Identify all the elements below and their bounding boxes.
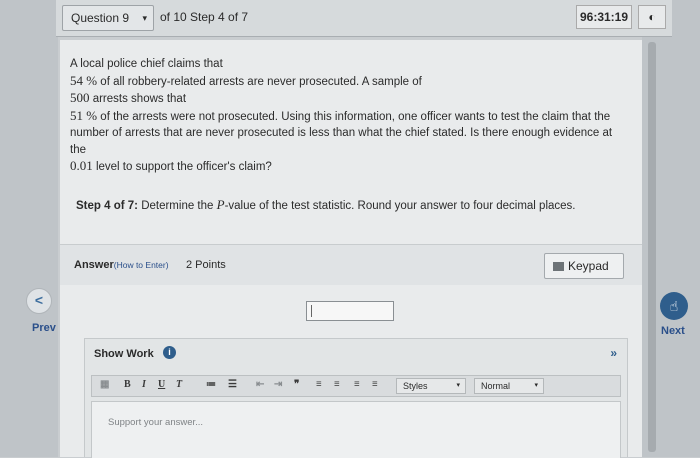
bold-icon[interactable]: B [124, 379, 131, 390]
align-left-icon[interactable]: ≡ [316, 379, 322, 390]
question-selector[interactable]: Question 9 ▾ [62, 5, 154, 31]
sample-size: 500 [70, 90, 90, 105]
chevron-down-icon: ▾ [456, 382, 460, 389]
editor-placeholder: Support your answer... [108, 417, 204, 428]
hand-pointer-icon[interactable]: ☝ [660, 292, 688, 320]
bulleted-list-icon[interactable]: ☰ [228, 379, 237, 390]
styles-select[interactable]: Styles ▾ [396, 378, 466, 394]
numbered-list-icon[interactable]: ≔ [206, 379, 216, 390]
chevron-down-icon: ▾ [142, 13, 147, 23]
question-line: A local police chief claims that [70, 58, 223, 70]
source-icon[interactable]: ▦ [100, 379, 109, 390]
blockquote-icon[interactable]: ❞ [294, 379, 299, 390]
chevron-left-icon[interactable]: < [26, 288, 52, 314]
show-work-panel: Show Work i » ▦ B I U T ≔ ☰ ⇤ ⇥ ❞ ≡ ≡ ≡ … [84, 338, 628, 458]
align-justify-icon[interactable]: ≡ [372, 379, 378, 390]
question-line: 0.01 level to support the officer's clai… [70, 158, 272, 173]
timer: 96:31:19 [576, 5, 632, 29]
keypad-icon [553, 262, 564, 271]
significance-level: 0.01 [70, 158, 93, 173]
format-select[interactable]: Normal ▾ [474, 378, 544, 394]
answer-label: Answer(How to Enter) [74, 259, 169, 271]
scrollbar[interactable] [648, 42, 656, 452]
answer-bar: Answer(How to Enter) 2 Points Keypad [60, 244, 642, 285]
indent-icon[interactable]: ⇥ [274, 379, 282, 390]
show-work-editor[interactable]: Support your answer... [91, 401, 621, 458]
show-work-title: Show Work [94, 348, 154, 360]
question-line: 500 arrests shows that [70, 90, 187, 105]
align-right-icon[interactable]: ≡ [354, 379, 360, 390]
underline-icon[interactable]: U [158, 379, 165, 390]
question-progress: of 10 Step 4 of 7 [160, 10, 249, 24]
question-line: 54 % of all robbery-related arrests are … [70, 72, 422, 88]
claim-percent: 54 % [70, 72, 98, 88]
answer-input[interactable] [306, 301, 394, 321]
left-margin [0, 0, 58, 457]
sample-percent: 51 % [70, 107, 98, 123]
question-text: A local police chief claims that 54 % of… [70, 56, 630, 176]
next-button[interactable]: Next [661, 325, 685, 337]
chevron-down-icon: ▾ [534, 382, 538, 389]
question-line: 51 % of the arrests were not prosecuted.… [70, 107, 613, 156]
editor-toolbar: ▦ B I U T ≔ ☰ ⇤ ⇥ ❞ ≡ ≡ ≡ ≡ Styles ▾ Nor… [91, 375, 621, 397]
question-header: Question 9 ▾ of 10 Step 4 of 7 96:31:19 … [56, 0, 672, 37]
align-center-icon[interactable]: ≡ [334, 379, 340, 390]
how-to-enter-link[interactable]: (How to Enter) [114, 260, 169, 270]
outdent-icon[interactable]: ⇤ [256, 379, 264, 390]
p-variable: P [216, 197, 225, 212]
clear-format-icon[interactable]: T [176, 379, 182, 390]
step-instruction: Step 4 of 7: Determine the P-value of th… [76, 197, 576, 212]
collapse-icon[interactable]: » [610, 346, 617, 360]
prev-button[interactable]: Prev [32, 322, 56, 334]
keypad-button[interactable]: Keypad [544, 253, 624, 279]
eye-slash-icon[interactable]: ◐ [638, 5, 666, 29]
question-selector-label: Question 9 [71, 11, 130, 25]
info-icon[interactable]: i [163, 346, 176, 359]
italic-icon[interactable]: I [142, 379, 146, 390]
points-label: 2 Points [186, 259, 226, 271]
step-label: Step 4 of 7: [76, 200, 138, 212]
